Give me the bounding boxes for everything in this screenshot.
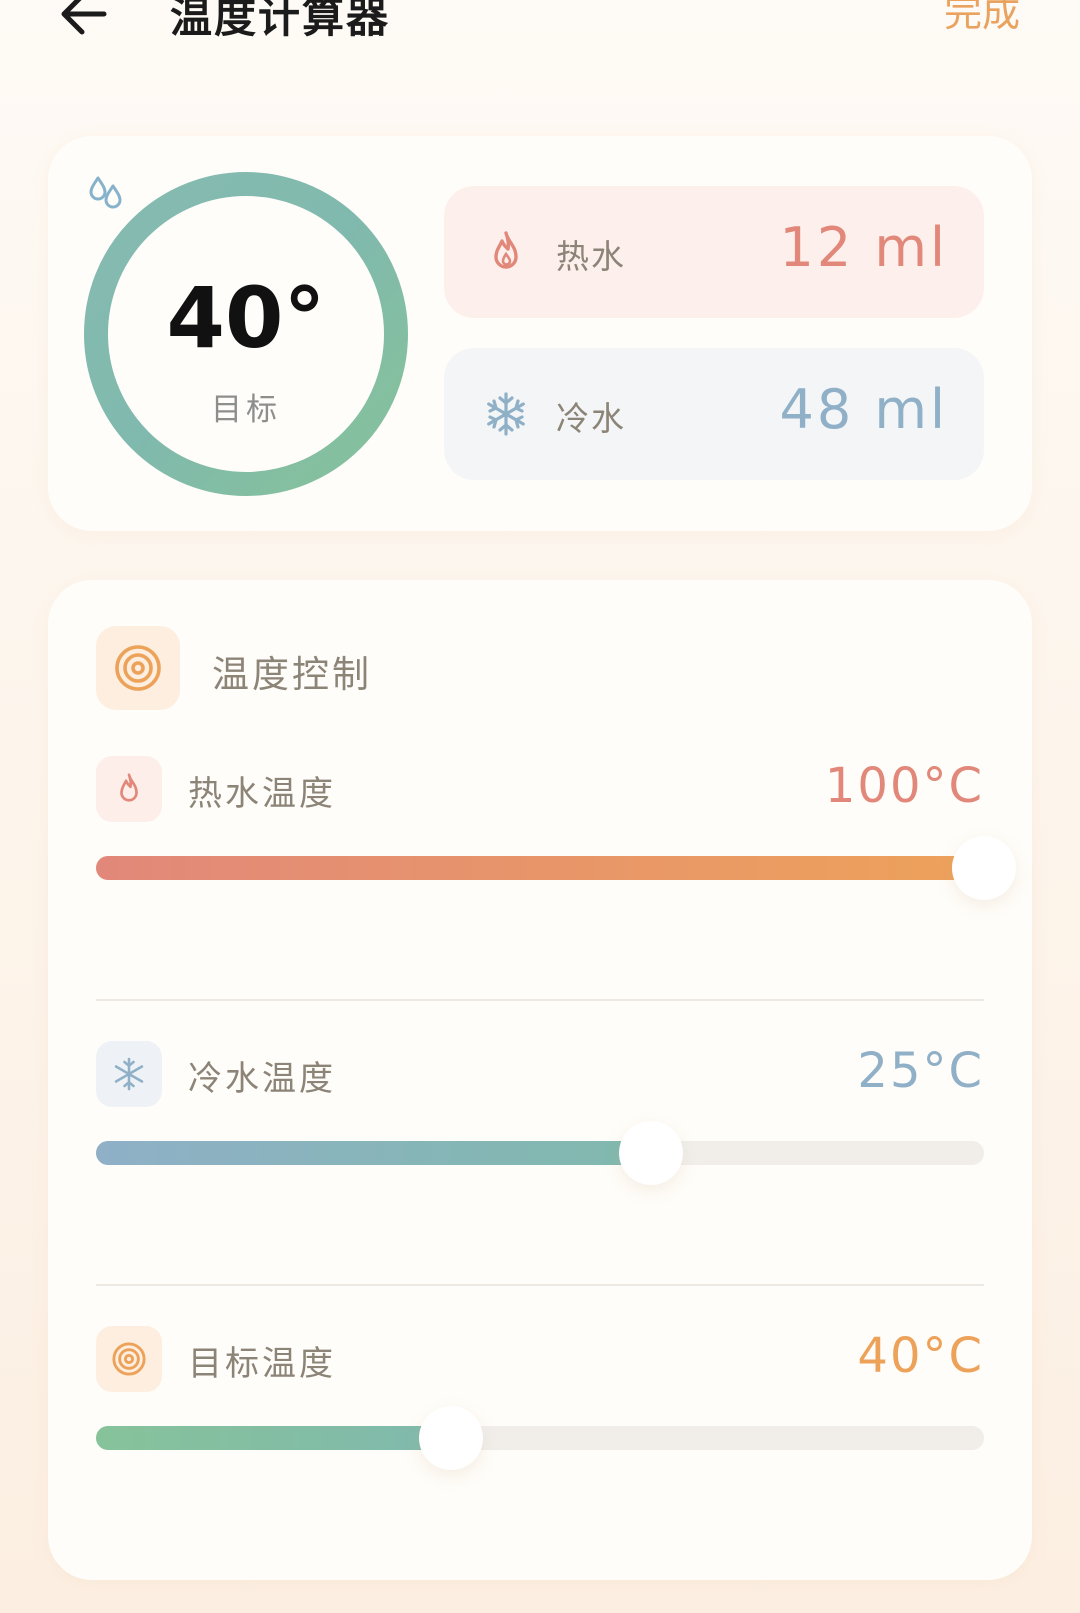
header: 温度计算器 完成	[0, 0, 1080, 60]
flame-icon	[494, 231, 518, 269]
target-temp-icon-box	[96, 1326, 162, 1392]
hot-temp-slider-fill	[96, 856, 984, 880]
snowflake-icon	[114, 1057, 144, 1091]
cold-water-volume: 冷水 48 ml	[444, 348, 984, 480]
cold-temp-value: 25°C	[857, 1043, 984, 1099]
divider	[96, 1284, 984, 1286]
cold-water-label: 冷水	[556, 399, 626, 438]
flame-icon	[120, 773, 138, 802]
snowflake-icon	[487, 392, 525, 436]
target-icon	[112, 1342, 146, 1376]
cold-temp-slider-thumb[interactable]	[619, 1121, 683, 1185]
page-title: 温度计算器	[170, 0, 391, 42]
cold-temp-label: 冷水温度	[188, 1059, 336, 1099]
section-icon-box	[96, 626, 180, 710]
target-temp-label: 目标温度	[188, 1344, 336, 1384]
target-icon	[115, 645, 161, 691]
hot-temp-slider-thumb[interactable]	[952, 836, 1016, 900]
target-temp-slider-thumb[interactable]	[419, 1406, 484, 1470]
target-ring: 40° 目标	[84, 172, 408, 496]
cold-temp-icon-box	[96, 1041, 162, 1107]
section-title: 温度控制	[212, 653, 372, 696]
divider	[96, 999, 984, 1001]
hot-temp-slider[interactable]	[96, 836, 1016, 900]
hot-water-value: 12 ml	[779, 216, 948, 279]
cold-temp-slider-fill	[96, 1141, 651, 1165]
target-temp-slider-fill	[96, 1426, 452, 1450]
back-button[interactable]	[58, 0, 110, 40]
hot-water-volume: 热水 12 ml	[444, 186, 984, 318]
water-drops-icon	[89, 176, 122, 209]
cold-temp-slider[interactable]	[96, 1121, 984, 1185]
hot-temp-label: 热水温度	[188, 774, 336, 814]
done-button[interactable]: 完成	[944, 0, 1020, 37]
target-temperature-value: 40°	[166, 269, 326, 367]
target-temp-slider[interactable]	[96, 1406, 984, 1470]
hot-temp-icon-box	[96, 756, 162, 822]
hot-temp-value: 100°C	[824, 758, 984, 814]
target-label: 目标	[211, 392, 281, 428]
hot-water-label: 热水	[556, 237, 626, 276]
arrow-left-icon	[61, 0, 107, 35]
target-temp-value: 40°C	[857, 1328, 984, 1384]
cold-water-value: 48 ml	[779, 378, 948, 441]
